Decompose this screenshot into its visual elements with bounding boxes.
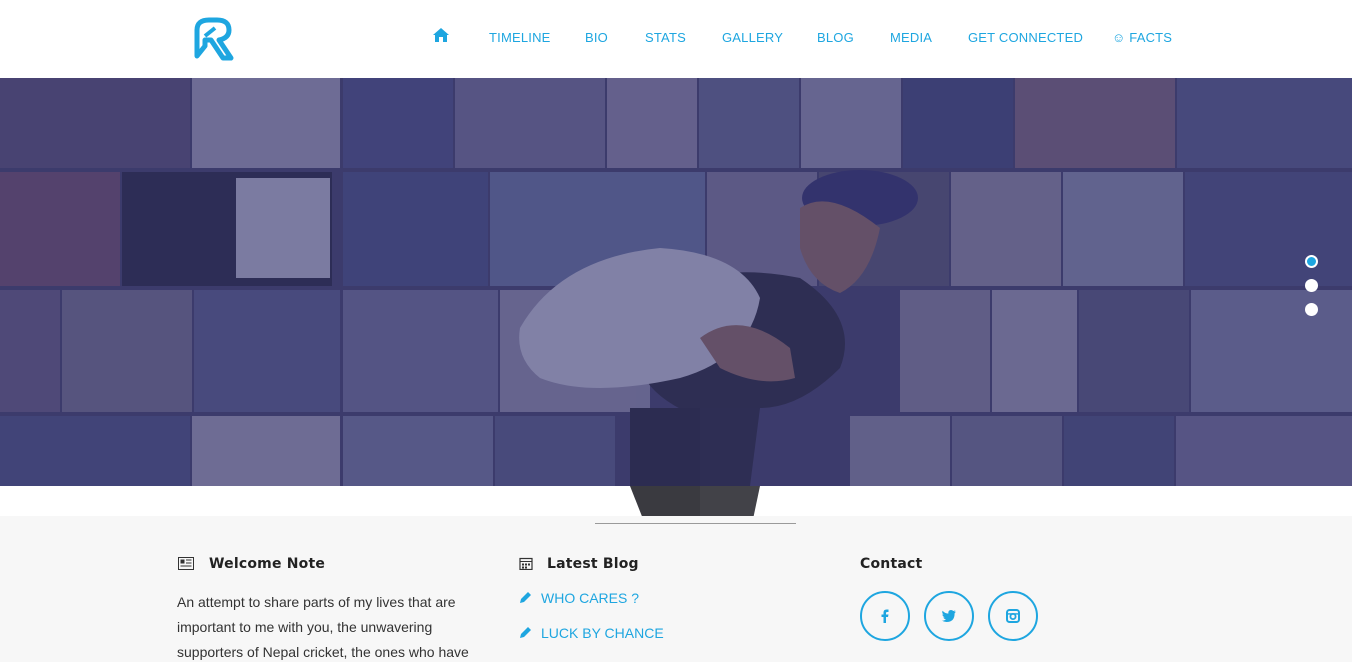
slider-dot-2[interactable]	[1305, 279, 1318, 292]
main-nav: TIMELINE BIO STATS GALLERY BLOG MEDIA GE…	[0, 0, 1352, 78]
welcome-title: Welcome Note	[209, 556, 326, 572]
pencil-icon	[520, 627, 531, 638]
nav-bio[interactable]: BIO	[585, 30, 608, 45]
blog-post-label: LUCK BY CHANCE	[541, 625, 664, 641]
contact-title: Contact	[860, 556, 923, 572]
nav-get-connected[interactable]: GET CONNECTED	[968, 30, 1083, 45]
welcome-line: important to me with you, the unwavering	[177, 619, 433, 635]
slider-dots	[1305, 255, 1319, 327]
nav-stats[interactable]: STATS	[645, 30, 686, 45]
newspaper-icon	[178, 557, 194, 570]
calendar-icon	[519, 557, 533, 570]
hero-tint-overlay	[0, 78, 1352, 486]
slider-dot-3[interactable]	[1305, 303, 1318, 316]
hero-slider	[0, 78, 1352, 486]
slider-dot-1[interactable]	[1305, 255, 1318, 268]
pencil-icon	[520, 592, 531, 603]
blog-post-link[interactable]: WHO CARES ?	[519, 590, 639, 606]
welcome-line: supporters of Nepal cricket, the ones wh…	[177, 644, 469, 660]
nav-timeline[interactable]: TIMELINE	[489, 30, 551, 45]
welcome-text: An attempt to share parts of my lives th…	[177, 590, 487, 665]
nav-media[interactable]: MEDIA	[890, 30, 932, 45]
blog-post-link[interactable]: LUCK BY CHANCE	[519, 625, 664, 641]
instagram-icon[interactable]	[988, 591, 1038, 641]
nav-gallery[interactable]: GALLERY	[722, 30, 783, 45]
welcome-line: An attempt to share parts of my lives th…	[177, 594, 456, 610]
facebook-icon[interactable]	[860, 591, 910, 641]
twitter-icon[interactable]	[924, 591, 974, 641]
nav-facts[interactable]: ☺ FACTS	[1112, 30, 1172, 45]
blog-title: Latest Blog	[547, 556, 639, 572]
nav-blog[interactable]: BLOG	[817, 30, 854, 45]
home-icon[interactable]	[433, 28, 451, 44]
site-header: TIMELINE BIO STATS GALLERY BLOG MEDIA GE…	[0, 0, 1352, 78]
blog-post-label: WHO CARES ?	[541, 590, 640, 606]
section-divider	[595, 523, 796, 524]
